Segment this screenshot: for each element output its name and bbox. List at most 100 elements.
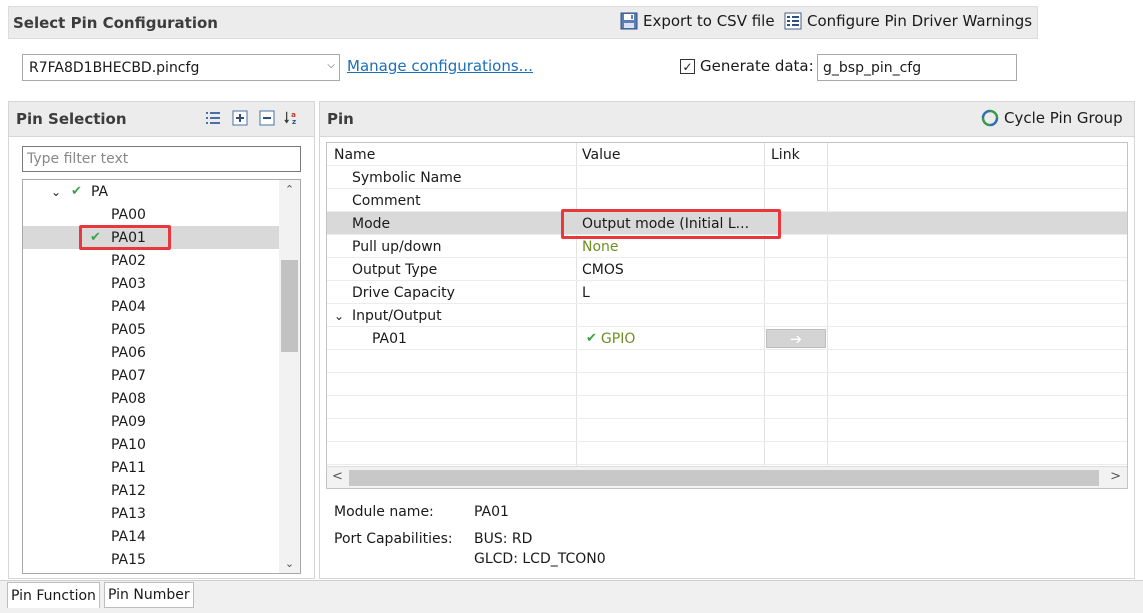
arrow-right-icon: ➔ <box>789 329 803 348</box>
table-row-empty <box>327 419 1127 442</box>
configure-warnings-label: Configure Pin Driver Warnings <box>807 12 1033 30</box>
tree-item-pa15[interactable]: PA15 <box>23 548 279 571</box>
manage-configurations-link[interactable]: Manage configurations... <box>347 57 533 75</box>
tree-item-pa13[interactable]: PA13 <box>23 502 279 525</box>
output-type-value[interactable]: CMOS <box>582 258 624 281</box>
highlight-box-mode <box>561 209 781 239</box>
row-name: Drive Capacity <box>352 284 455 301</box>
list-view-icon[interactable] <box>205 110 221 126</box>
tree-item-label: PA10 <box>111 436 146 453</box>
drive-capacity-value[interactable]: L <box>582 281 590 304</box>
export-csv-button[interactable]: Export to CSV file <box>620 12 775 30</box>
generate-data-label: Generate data: <box>700 57 814 75</box>
tree-item-label: PA05 <box>111 321 146 338</box>
capability-item: BUS: RD <box>474 531 533 547</box>
scroll-right-icon[interactable]: > <box>1110 469 1121 484</box>
tree-item-pa03[interactable]: PA03 <box>23 272 279 295</box>
tree-item-label: PA09 <box>111 413 146 430</box>
tab-pin-function[interactable]: Pin Function <box>7 582 100 608</box>
collapse-all-icon[interactable] <box>259 110 275 126</box>
cycle-icon <box>981 109 999 127</box>
row-name: Symbolic Name <box>352 169 462 186</box>
filter-input[interactable]: Type filter text <box>22 146 301 172</box>
table-header-row: Name Value Link <box>327 143 1127 166</box>
tree-item-pa08[interactable]: PA08 <box>23 387 279 410</box>
tree-item-pa05[interactable]: PA05 <box>23 318 279 341</box>
list-settings-icon <box>784 12 802 30</box>
column-header-value[interactable]: Value <box>582 143 620 166</box>
row-name: Input/Output <box>352 307 442 324</box>
configure-warnings-button[interactable]: Configure Pin Driver Warnings <box>784 12 1032 30</box>
tree-item-pa10[interactable]: PA10 <box>23 433 279 456</box>
generate-data-input[interactable]: g_bsp_pin_cfg <box>817 54 1017 81</box>
scroll-down-icon[interactable]: ⌄ <box>279 557 300 570</box>
table-row[interactable]: PA01 ✔ GPIO ➔ <box>327 327 1127 350</box>
row-name: Output Type <box>352 261 438 278</box>
generate-data-checkbox[interactable]: ✓ <box>680 59 695 74</box>
row-name: Comment <box>352 192 421 209</box>
tree-item-label: PA15 <box>111 551 146 568</box>
tree-scrollbar[interactable]: ⌃ ⌄ <box>279 180 300 573</box>
tree-item-label: PA06 <box>111 344 146 361</box>
module-name-label: Module name: <box>334 504 434 520</box>
tree-item-pa07[interactable]: PA07 <box>23 364 279 387</box>
horizontal-scrollbar[interactable]: < > <box>327 466 1127 488</box>
gpio-value[interactable]: ✔ GPIO <box>586 327 635 350</box>
svg-text:z: z <box>292 117 296 126</box>
table-row-empty <box>327 350 1127 373</box>
link-arrow-button[interactable]: ➔ <box>766 329 826 348</box>
export-csv-label: Export to CSV file <box>643 12 775 30</box>
row-name: Pull up/down <box>352 238 442 255</box>
tree-item-label: PA00 <box>111 206 146 223</box>
row-name: PA01 <box>372 330 407 347</box>
sort-az-icon[interactable]: a z <box>284 110 300 126</box>
table-row-empty <box>327 373 1127 396</box>
pin-info: Module name: PA01 Port Capabilities: BUS… <box>326 493 1128 576</box>
tree-item-pa14[interactable]: PA14 <box>23 525 279 548</box>
tree-item-pa04[interactable]: PA04 <box>23 295 279 318</box>
table-row[interactable]: Drive Capacity L <box>327 281 1127 304</box>
pin-properties-table: Name Value Link Symbolic Name Comment Mo… <box>326 142 1128 489</box>
capability-item: GLCD: LCD_TCON0 <box>474 551 606 567</box>
cycle-pin-group-button[interactable]: Cycle Pin Group <box>981 109 1123 127</box>
column-header-link[interactable]: Link <box>771 143 800 166</box>
tree-item-pa06[interactable]: PA06 <box>23 341 279 364</box>
chevron-down-icon[interactable]: ⌄ <box>51 185 61 199</box>
tree-scrollbar-thumb[interactable] <box>281 260 298 352</box>
horizontal-scrollbar-thumb[interactable] <box>349 470 1099 486</box>
config-file-value: R7FA8D1BHECBD.pincfg <box>29 59 200 76</box>
check-icon: ✔ <box>71 184 82 199</box>
tree-item-label: PA14 <box>111 528 146 545</box>
chevron-down-icon[interactable]: ⌄ <box>334 304 344 327</box>
save-icon <box>620 12 638 30</box>
pin-panel-title: Pin <box>327 110 354 128</box>
tree-item-pa09[interactable]: PA09 <box>23 410 279 433</box>
expand-all-icon[interactable] <box>232 110 248 126</box>
tree-item-pa00[interactable]: PA00 <box>23 203 279 226</box>
table-row[interactable]: Symbolic Name <box>327 166 1127 189</box>
module-name-value: PA01 <box>474 504 509 520</box>
table-row-group[interactable]: ⌄ Input/Output <box>327 304 1127 327</box>
tree-group-pa[interactable]: ⌄ ✔ PA <box>23 180 279 203</box>
tree-group-label: PA <box>91 183 109 200</box>
config-file-select[interactable]: R7FA8D1BHECBD.pincfg ⌵ <box>22 54 340 81</box>
page-title: Select Pin Configuration <box>13 14 218 32</box>
table-row-empty <box>327 442 1127 465</box>
tree-item-pa12[interactable]: PA12 <box>23 479 279 502</box>
tree-item-label: PA13 <box>111 505 146 522</box>
cycle-pin-group-label: Cycle Pin Group <box>1004 109 1123 127</box>
tab-pin-number[interactable]: Pin Number <box>104 582 194 608</box>
scroll-up-icon[interactable]: ⌃ <box>279 183 300 196</box>
tree-item-label: PA08 <box>111 390 146 407</box>
gpio-label: GPIO <box>600 330 636 347</box>
tree-item-label: PA02 <box>111 252 146 269</box>
tree-item-pa02[interactable]: PA02 <box>23 249 279 272</box>
chevron-down-icon: ⌵ <box>327 60 335 71</box>
row-name: Mode <box>352 215 391 232</box>
tree-item-label: PA11 <box>111 459 146 476</box>
scroll-left-icon[interactable]: < <box>332 469 343 484</box>
column-header-name[interactable]: Name <box>334 143 375 166</box>
tree-item-label: PA07 <box>111 367 146 384</box>
tree-item-pa11[interactable]: PA11 <box>23 456 279 479</box>
table-row[interactable]: Output Type CMOS <box>327 258 1127 281</box>
